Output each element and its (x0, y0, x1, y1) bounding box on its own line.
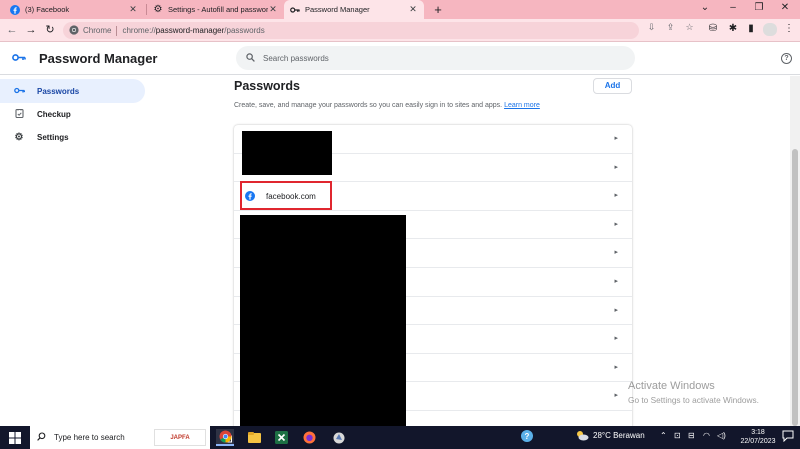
windows-start-icon[interactable] (9, 432, 21, 446)
chevron-right-icon: ▸ (614, 249, 618, 257)
bookmark-star-icon[interactable]: ☆ (684, 22, 695, 33)
redaction-block (240, 215, 406, 426)
notifications-icon[interactable] (782, 430, 794, 444)
file-explorer-icon[interactable] (245, 429, 263, 446)
sidepanel-icon[interactable]: ▮ (744, 23, 758, 34)
restore-icon[interactable]: ❐ (752, 2, 766, 13)
firefox-icon[interactable] (300, 429, 318, 446)
activation-watermark-text: Go to Settings to activate Windows. (628, 395, 759, 405)
chevron-right-icon: ▸ (614, 278, 618, 285)
add-password-button[interactable]: Add (593, 78, 632, 94)
chevron-right-icon: ▸ (614, 363, 618, 371)
search-box[interactable] (236, 46, 635, 70)
learn-more-link[interactable]: Learn more (504, 102, 540, 109)
back-icon[interactable]: ← (5, 23, 19, 37)
close-tab-icon[interactable]: ✕ (408, 4, 418, 15)
chrome-taskbar-icon[interactable] (216, 429, 234, 446)
app-header: Password Manager ? (0, 42, 800, 75)
url-scheme: chrome:// (122, 26, 156, 35)
minimize-icon[interactable]: – (726, 2, 740, 13)
network-icon[interactable]: ⊟ (688, 431, 695, 440)
tab-facebook[interactable]: (3) Facebook ✕ (4, 0, 144, 19)
volume-icon[interactable]: ◁) (717, 431, 726, 440)
clock-time: 3:18 (751, 429, 765, 436)
tab-title: Settings - Autofill and passwords (168, 5, 268, 14)
weather-cloud-icon (575, 430, 589, 443)
taskbar-clock[interactable]: 3:18 22/07/2023 (738, 428, 778, 446)
help-circle-icon[interactable]: ? (520, 429, 534, 445)
password-manager-logo-icon (12, 53, 26, 64)
omnibox-divider (116, 25, 118, 36)
key-icon (13, 86, 25, 96)
key-icon (290, 5, 300, 15)
chevron-up-icon[interactable]: ⌃ (660, 431, 667, 440)
chevron-right-icon: ▸ (614, 306, 618, 314)
gear-icon: ⚙ (14, 131, 24, 143)
tab-settings[interactable]: ⚙ Settings - Autofill and passwords ✕ (147, 0, 284, 19)
install-icon[interactable]: ⇩ (646, 22, 657, 33)
menu-kebab-icon[interactable]: ⋮ (782, 23, 796, 34)
app-title: Password Manager (39, 51, 158, 66)
weather-text[interactable]: 28°C Berawan (593, 431, 645, 440)
description-text: Create, save, and manage your passwords … (234, 102, 503, 109)
app-taskbar-icon[interactable] (330, 429, 348, 446)
sidebar-item-label: Passwords (37, 86, 80, 96)
highlight-box (240, 181, 332, 210)
sidebar-item-checkup[interactable]: Checkup (0, 102, 145, 126)
search-highlight-badge[interactable]: JAPFA (154, 429, 206, 446)
forward-icon[interactable]: → (24, 23, 38, 37)
redaction-block (242, 131, 332, 175)
url-path: /passwords (224, 26, 265, 35)
taskbar-search-placeholder: Type here to search (54, 433, 125, 442)
gear-icon: ⚙ (153, 4, 163, 15)
search-icon (246, 52, 255, 64)
chevron-right-icon: ▸ (614, 192, 618, 200)
chevron-right-icon: ▸ (614, 392, 618, 400)
chevron-right-icon: ▸ (614, 220, 618, 228)
chevron-right-icon: ▸ (614, 335, 618, 343)
search-icon (37, 432, 46, 443)
tab-password-manager[interactable]: Password Manager ✕ (284, 0, 424, 19)
excel-icon[interactable] (272, 429, 290, 446)
url-text[interactable]: chrome://password-manager/passwords (122, 26, 264, 35)
facebook-icon (10, 4, 20, 15)
tab-strip: (3) Facebook ✕ ⚙ Settings - Autofill and… (0, 0, 800, 19)
close-tab-icon[interactable]: ✕ (128, 4, 138, 15)
checkup-icon (13, 108, 25, 120)
new-tab-icon[interactable]: + (431, 2, 445, 17)
url-host: password-manager (155, 26, 225, 35)
page-title: Passwords (234, 79, 301, 93)
clock-date: 22/07/2023 (740, 438, 776, 445)
sidebar-item-settings[interactable]: ⚙ Settings (0, 125, 145, 149)
chevron-right-icon: ▸ (614, 135, 618, 142)
wifi-icon[interactable]: ◠ (703, 431, 710, 440)
search-input[interactable] (263, 53, 603, 63)
activation-watermark-title: Activate Windows (628, 380, 715, 392)
help-icon[interactable]: ? (781, 53, 792, 64)
sidebar-item-label: Settings (37, 132, 69, 142)
address-bar[interactable]: Chrome chrome://password-manager/passwor… (63, 22, 639, 39)
sidebar-item-passwords[interactable]: Passwords (0, 79, 145, 103)
reload-icon[interactable]: ↻ (43, 23, 57, 37)
device-icon[interactable]: ⊡ (674, 431, 681, 440)
svg-text:?: ? (525, 432, 530, 441)
chrome-logo-icon (69, 24, 79, 37)
tab-search-chevron-icon[interactable]: ⌄ (698, 2, 712, 13)
page-description: Create, save, and manage your passwords … (234, 102, 540, 109)
password-key-icon[interactable]: ⛁ (706, 23, 720, 34)
tab-title: (3) Facebook (25, 5, 70, 14)
sidebar-item-label: Checkup (37, 109, 71, 119)
tab-title: Password Manager (305, 5, 370, 14)
taskbar-search[interactable]: Type here to search JAPFA (30, 426, 210, 449)
share-icon[interactable]: ⇪ (665, 22, 676, 33)
taskbar: Type here to search JAPFA ? 28°C Berawan… (0, 426, 800, 449)
close-window-icon[interactable]: ✕ (778, 2, 792, 13)
close-tab-icon[interactable]: ✕ (268, 4, 278, 15)
scrollbar-thumb[interactable] (792, 149, 798, 426)
browser-toolbar: ← → ↻ Chrome chrome://password-manager/p… (0, 19, 800, 42)
chevron-right-icon: ▸ (614, 163, 618, 171)
site-chip[interactable]: Chrome (83, 26, 111, 35)
extensions-icon[interactable]: ✱ (726, 23, 740, 34)
profile-avatar[interactable] (763, 23, 777, 36)
